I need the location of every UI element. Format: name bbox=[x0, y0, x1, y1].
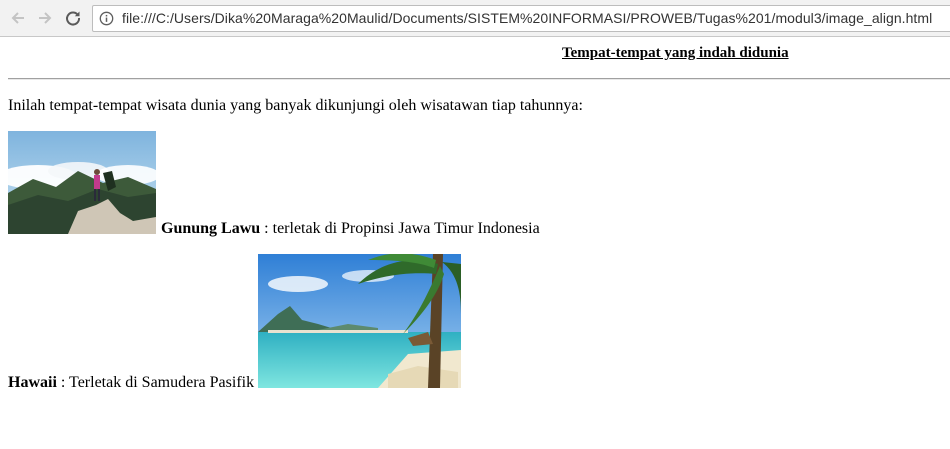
back-button[interactable] bbox=[7, 7, 29, 29]
arrow-right-icon bbox=[39, 12, 52, 24]
place-description: : terletak di Propinsi Jawa Timur Indone… bbox=[260, 220, 540, 237]
url-text[interactable]: file:///C:/Users/Dika%20Maraga%20Maulid/… bbox=[122, 10, 932, 26]
horizontal-rule bbox=[8, 78, 950, 80]
page-title: Tempat-tempat yang indah didunia bbox=[562, 45, 789, 61]
arrow-left-icon bbox=[11, 12, 24, 24]
gunung-lawu-caption: Gunung Lawu : terletak di Propinsi Jawa … bbox=[161, 220, 540, 238]
hawaii-image bbox=[258, 254, 461, 388]
place-name: Hawaii bbox=[8, 374, 57, 391]
browser-toolbar: file:///C:/Users/Dika%20Maraga%20Maulid/… bbox=[0, 0, 950, 37]
intro-text: Inilah tempat-tempat wisata dunia yang b… bbox=[8, 97, 583, 114]
reload-icon bbox=[66, 11, 81, 26]
address-bar[interactable]: file:///C:/Users/Dika%20Maraga%20Maulid/… bbox=[92, 5, 950, 32]
hawaii-caption: Hawaii : Terletak di Samudera Pasifik bbox=[8, 374, 254, 392]
place-name: Gunung Lawu bbox=[161, 220, 261, 237]
gunung-lawu-image bbox=[8, 131, 156, 234]
reload-button[interactable] bbox=[62, 7, 84, 29]
page-content: Tempat-tempat yang indah didunia Inilah … bbox=[0, 37, 950, 449]
place-description: : Terletak di Samudera Pasifik bbox=[56, 374, 255, 391]
forward-button[interactable] bbox=[34, 7, 56, 29]
info-icon[interactable] bbox=[99, 11, 114, 26]
